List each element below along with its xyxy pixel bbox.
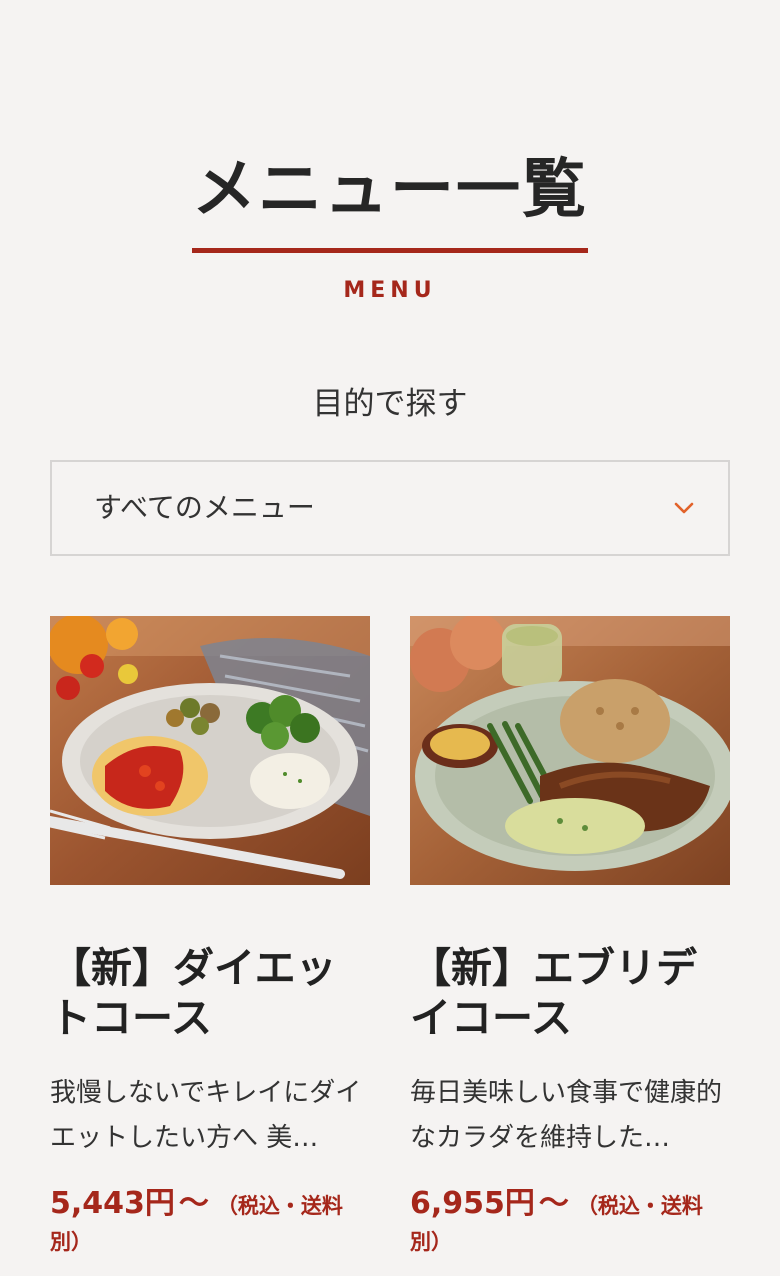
menu-page: メニュー一覧 MENU 目的で探す すべてのメニュー 【新】ダイエットコース 我… [0, 0, 780, 1276]
menu-card-description: 我慢しないでキレイにダイエットしたい方へ 美… [50, 1078, 362, 1153]
price-value: 5,443円 [50, 1186, 175, 1221]
menu-card-price: 5,443円〜（税込・送料別） [50, 1187, 370, 1261]
menu-card-title[interactable]: 【新】ダイエットコース [50, 943, 370, 1043]
menu-card-title[interactable]: 【新】エブリデイコース [410, 943, 730, 1043]
menu-card-price: 6,955円〜（税込・送料別） [410, 1187, 730, 1261]
purpose-select-value: すべてのメニュー [94, 491, 315, 524]
page-subtitle: MENU [343, 278, 437, 303]
chevron-down-icon [674, 502, 694, 514]
menu-card-diet[interactable]: 【新】ダイエットコース 我慢しないでキレイにダイエットしたい方へ 美… 5,44… [50, 616, 370, 1261]
price-suffix: 〜 [538, 1186, 569, 1221]
diet-course-photo[interactable] [50, 616, 370, 885]
menu-card-everyday[interactable]: 【新】エブリデイコース 毎日美味しい食事で健康的なカラダを維持した… 6,955… [410, 616, 730, 1261]
price-suffix: 〜 [178, 1186, 209, 1221]
everyday-course-photo[interactable] [410, 616, 730, 885]
page-title: メニュー一覧 [192, 153, 588, 227]
menu-card-description: 毎日美味しい食事で健康的なカラダを維持した… [410, 1078, 723, 1153]
price-value: 6,955円 [410, 1186, 535, 1221]
title-underline [192, 248, 588, 253]
purpose-select[interactable]: すべてのメニュー [50, 460, 730, 556]
filter-label: 目的で探す [312, 386, 468, 422]
